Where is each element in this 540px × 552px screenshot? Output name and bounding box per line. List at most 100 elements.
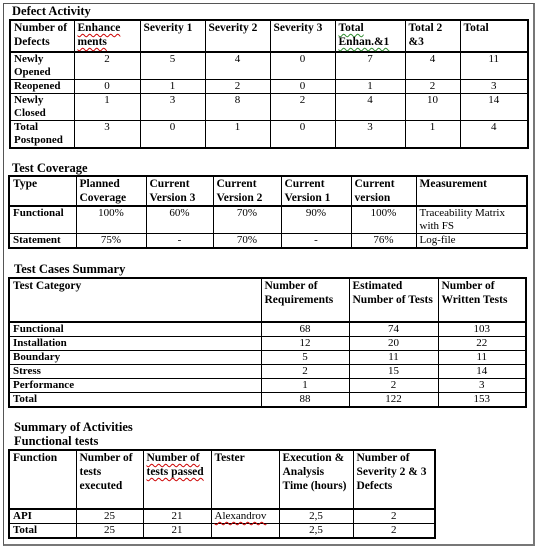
row-label: Stress — [8, 364, 262, 379]
cell: 1 — [73, 93, 141, 121]
cell: 7 — [334, 51, 406, 80]
row-label: Total Postponed — [9, 120, 75, 149]
cell: 100% — [75, 205, 147, 234]
tester-name: Alexandrov — [214, 510, 267, 522]
cell: 153 — [437, 392, 527, 408]
cell: 1 — [204, 120, 271, 149]
cell: 4 — [204, 51, 271, 80]
cell: 15 — [348, 364, 439, 379]
column-header: Number of Written Tests — [437, 277, 527, 323]
column-header: Estimated Number of Tests — [348, 277, 439, 323]
column-header: Total — [459, 19, 529, 53]
column-header: Total Enhan.&1 — [334, 19, 406, 53]
cell: 68 — [260, 321, 350, 337]
measurement-cell: Log-file — [415, 233, 528, 249]
cell: 8 — [204, 93, 271, 121]
table-header-row: Test Category Number of Requirements Est… — [8, 277, 527, 323]
row-label: API — [8, 508, 77, 524]
cell: 5 — [139, 51, 206, 80]
table-row: Total 88 122 153 — [8, 392, 527, 408]
table-header-row: Function Number of tests executed Number… — [8, 449, 436, 510]
row-label: Functional — [8, 205, 77, 234]
column-header-text: Number of tests passed — [146, 452, 204, 478]
column-header: Current version — [350, 175, 417, 207]
table-row: Statement 75% - 70% - 76% Log-file — [8, 233, 528, 249]
row-label: Performance — [8, 378, 262, 393]
row-label: Boundary — [8, 350, 262, 365]
tester-cell: Alexandrov — [210, 508, 280, 524]
cell: 4 — [404, 51, 461, 80]
column-header: Function — [8, 449, 77, 510]
cell: 2 — [404, 79, 461, 94]
cell: 0 — [139, 120, 206, 149]
cell: 3 — [139, 93, 206, 121]
cell: 3 — [459, 79, 529, 94]
table-row: Reopened 0 1 2 0 1 2 3 — [9, 79, 529, 94]
cell: 12 — [260, 336, 350, 351]
cell: 4 — [334, 93, 406, 121]
column-header: Type — [8, 175, 77, 207]
cell: 1 — [404, 120, 461, 149]
cell: 3 — [334, 120, 406, 149]
table-row: Installation 12 20 22 — [8, 336, 527, 351]
table-header-row: Number of Defects Enhance ments Severity… — [9, 19, 529, 53]
cell: 0 — [269, 51, 336, 80]
cell: 1 — [334, 79, 406, 94]
column-header: Planned Coverage — [75, 175, 147, 207]
test-cases-summary-title: Test Cases Summary — [14, 262, 126, 276]
cell: 14 — [459, 93, 529, 121]
column-header: Total 2 &3 — [404, 19, 461, 53]
table-row: API 25 21 Alexandrov 2,5 2 — [8, 508, 436, 524]
summary-of-activities-table: Function Number of tests executed Number… — [8, 449, 436, 539]
defect-activity-table: Number of Defects Enhance ments Severity… — [9, 19, 529, 149]
column-header: Severity 1 — [139, 19, 206, 53]
table-header-row: Type Planned Coverage Current Version 3 … — [8, 175, 528, 207]
cell: 10 — [404, 93, 461, 121]
cell: 1 — [139, 79, 206, 94]
cell: 20 — [348, 336, 439, 351]
cell: 70% — [212, 205, 282, 234]
column-header: Number of Requirements — [260, 277, 350, 323]
column-header: Measurement — [415, 175, 528, 207]
cell: 11 — [437, 350, 527, 365]
cell: 2 — [352, 523, 436, 539]
functional-tests-subtitle: Functional tests — [14, 434, 99, 448]
tester-cell — [210, 523, 280, 539]
cell: 21 — [142, 523, 212, 539]
table-row: Newly Opened 2 5 4 0 7 4 11 — [9, 51, 529, 80]
cell: 70% — [212, 233, 282, 249]
cell: 2,5 — [278, 508, 354, 524]
column-header: Current Version 2 — [212, 175, 282, 207]
column-header: Number of tests executed — [75, 449, 144, 510]
column-header: Severity 3 — [269, 19, 336, 53]
cell: 4 — [459, 120, 529, 149]
row-label: Newly Closed — [9, 93, 75, 121]
measurement-cell: Traceability Matrix with FS — [415, 205, 528, 234]
cell: 122 — [348, 392, 439, 408]
cell: - — [145, 233, 214, 249]
table-row: Functional 68 74 103 — [8, 321, 527, 337]
test-coverage-title: Test Coverage — [12, 161, 88, 175]
cell: 74 — [348, 321, 439, 337]
table-row: Total Postponed 3 0 1 0 3 1 4 — [9, 120, 529, 149]
table-row: Boundary 5 11 11 — [8, 350, 527, 365]
table-row: Newly Closed 1 3 8 2 4 10 14 — [9, 93, 529, 121]
table-row: Functional 100% 60% 70% 90% 100% Traceab… — [8, 205, 528, 234]
cell: 100% — [350, 205, 417, 234]
column-header: Execution & Analysis Time (hours) — [278, 449, 354, 510]
column-header: Current Version 1 — [280, 175, 352, 207]
cell: 3 — [437, 378, 527, 393]
cell: 60% — [145, 205, 214, 234]
cell: 2 — [73, 51, 141, 80]
row-label: Total — [8, 523, 77, 539]
row-label: Reopened — [9, 79, 75, 94]
cell: 0 — [73, 79, 141, 94]
cell: 2 — [352, 508, 436, 524]
cell: 14 — [437, 364, 527, 379]
cell: 0 — [269, 120, 336, 149]
cell: 5 — [260, 350, 350, 365]
column-header-text: Total Enhan.&1 — [338, 22, 390, 48]
cell: 90% — [280, 205, 352, 234]
cell: 0 — [269, 79, 336, 94]
cell: 11 — [348, 350, 439, 365]
